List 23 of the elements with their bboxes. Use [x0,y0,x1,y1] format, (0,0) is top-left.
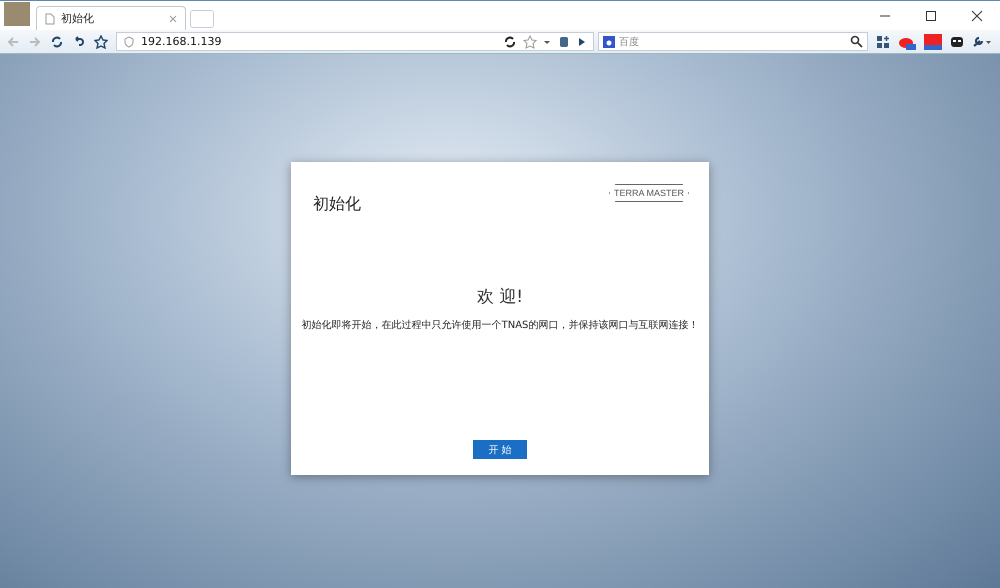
welcome-heading: 欢 迎! [476,286,524,308]
shield-icon [123,36,135,48]
wrench-icon[interactable] [972,34,992,48]
paw-icon [603,36,615,48]
address-text: 192.168.1.139 [141,35,222,48]
search-icon[interactable] [850,35,863,48]
star-icon[interactable] [94,34,108,48]
search-placeholder: 百度 [619,36,639,48]
refresh-icon[interactable] [503,34,517,48]
grid-icon[interactable] [876,34,890,48]
browser-tab[interactable]: 初始化 [36,6,186,30]
start-button[interactable]: 开 始 [473,440,527,459]
star-icon[interactable] [523,34,537,48]
address-bar[interactable]: 192.168.1.139 [116,32,594,51]
dialog-title: 初始化 [313,194,361,215]
tab-title: 初始化 [61,11,95,26]
refresh-icon[interactable] [50,34,64,48]
page-icon [45,12,55,24]
welcome-message: 初始化即将开始，在此过程中只允许使用一个TNAS的网口，并保持该网口与互联网连接！ [302,318,698,332]
search-field[interactable]: 百度 [598,32,868,51]
avatar-icon [4,2,30,26]
close-tab-icon[interactable] [169,14,177,22]
brand-logo: TERRA MASTER [608,184,689,202]
